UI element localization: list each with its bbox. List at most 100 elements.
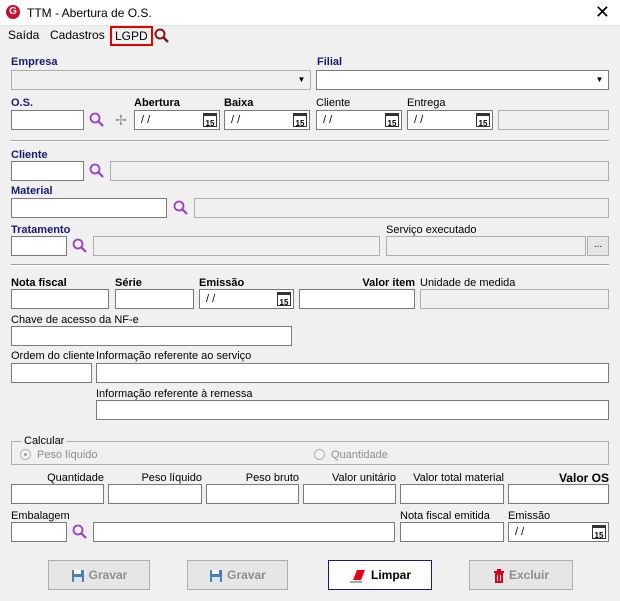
emissao2-label: Emissão [508, 510, 551, 522]
entrega-label: Entrega [407, 97, 446, 109]
valor-os-input[interactable] [508, 484, 609, 504]
search-icon[interactable] [172, 199, 190, 217]
abertura-date[interactable]: / / 15 [134, 110, 220, 130]
info-servico-label: Informação referente ao serviço [96, 350, 252, 362]
peso-liquido-radio[interactable] [20, 449, 31, 460]
chevron-down-icon[interactable]: ▼ [294, 72, 309, 88]
unidade-medida-label: Unidade de medida [420, 277, 516, 289]
quantidade-label: Quantidade [47, 472, 104, 484]
nf-emitida-label: Nota fiscal emitida [400, 510, 490, 522]
embalagem-label: Embalagem [11, 510, 70, 522]
trash-icon [493, 568, 504, 583]
menu-bar: Saída Cadastros LGPD [0, 26, 620, 46]
material-label: Material [11, 185, 53, 197]
chevron-down-icon[interactable]: ▼ [592, 72, 607, 88]
info-remessa-label: Informação referente à remessa [96, 388, 253, 400]
search-icon[interactable] [71, 237, 89, 255]
baixa-date[interactable]: / / 15 [224, 110, 310, 130]
quantidade-radio-label: Quantidade [331, 449, 388, 461]
os-input[interactable] [11, 110, 84, 130]
search-icon[interactable] [71, 523, 89, 541]
valor-item-input[interactable] [299, 289, 415, 309]
tratamento-input[interactable] [11, 236, 67, 256]
info-servico-input[interactable] [96, 363, 609, 383]
servico-browse-button[interactable]: ... [587, 236, 609, 256]
empresa-select[interactable]: ▼ [11, 70, 311, 90]
gravar-label-1: Gravar [88, 568, 128, 582]
embalagem-input[interactable] [11, 522, 67, 542]
date-value: / / [206, 293, 216, 305]
chave-acesso-input[interactable] [11, 326, 292, 346]
menu-saida[interactable]: Saída [8, 28, 39, 42]
serie-label: Série [115, 277, 142, 289]
save-icon [71, 569, 84, 582]
menu-cadastros[interactable]: Cadastros [50, 28, 105, 42]
emissao2-date[interactable]: / / 15 [508, 522, 609, 542]
app-icon: G [6, 5, 20, 19]
embalagem-desc-field[interactable] [93, 522, 395, 542]
calcular-group [11, 441, 609, 465]
serie-input[interactable] [115, 289, 194, 309]
cliente-label: Cliente [11, 149, 48, 161]
emissao-label: Emissão [199, 277, 245, 289]
calendar-icon[interactable]: 15 [385, 113, 399, 128]
tratamento-label: Tratamento [11, 224, 71, 236]
peso-liquido-input[interactable] [108, 484, 202, 504]
peso-liquido-label: Peso líquido [141, 472, 202, 484]
calendar-icon[interactable]: 15 [203, 113, 217, 128]
ordem-cliente-input[interactable] [11, 363, 92, 383]
plus-icon[interactable]: ✢ [115, 112, 127, 129]
date-value: / / [414, 114, 424, 126]
valor-unitario-label: Valor unitário [332, 472, 396, 484]
peso-bruto-label: Peso bruto [245, 472, 299, 484]
date-value: / / [323, 114, 333, 126]
menu-lgpd[interactable]: LGPD [110, 26, 153, 46]
separator [11, 264, 609, 266]
date-value: / / [515, 526, 525, 538]
nota-fiscal-input[interactable] [11, 289, 109, 309]
search-icon[interactable] [153, 27, 171, 45]
calendar-icon[interactable]: 15 [293, 113, 307, 128]
os-label: O.S. [11, 97, 34, 109]
excluir-label: Excluir [508, 568, 550, 582]
limpar-button[interactable]: Limpar [328, 560, 432, 590]
servico-executado-field [386, 236, 586, 256]
calendar-icon[interactable]: 15 [476, 113, 490, 128]
valor-total-material-label: Valor total material [413, 472, 504, 484]
search-icon[interactable] [88, 162, 106, 180]
emissao-date[interactable]: / / 15 [199, 289, 294, 309]
baixa-label: Baixa [224, 97, 254, 109]
gravar-button-2[interactable]: Gravar [187, 560, 288, 590]
date-value: / / [141, 114, 151, 126]
excluir-button[interactable]: Excluir [469, 560, 573, 590]
quantidade-input[interactable] [11, 484, 104, 504]
gravar-button-1[interactable]: Gravar [48, 560, 150, 590]
material-desc-field [194, 198, 609, 218]
info-remessa-input[interactable] [96, 400, 609, 420]
nf-emitida-input[interactable] [400, 522, 504, 542]
calendar-icon[interactable]: 15 [277, 292, 291, 307]
title-bar: G TTM - Abertura de O.S. ✕ [0, 0, 620, 26]
cliente-date[interactable]: / / 15 [316, 110, 402, 130]
filial-select[interactable]: ▼ [316, 70, 609, 90]
cliente-input[interactable] [11, 161, 84, 181]
valor-unitario-input[interactable] [303, 484, 396, 504]
tratamento-desc-field [93, 236, 380, 256]
peso-liquido-radio-label: Peso líquido [37, 449, 98, 461]
peso-bruto-input[interactable] [206, 484, 299, 504]
separator [11, 140, 609, 142]
valor-total-material-input[interactable] [400, 484, 504, 504]
eraser-icon [349, 569, 365, 583]
entrega-date[interactable]: / / 15 [407, 110, 493, 130]
date-value: / / [231, 114, 241, 126]
window-title: TTM - Abertura de O.S. [27, 6, 152, 20]
gravar-label-2: Gravar [227, 568, 266, 582]
close-icon[interactable]: ✕ [595, 2, 610, 22]
quantidade-radio[interactable] [314, 449, 325, 460]
ordem-cliente-label: Ordem do cliente [11, 350, 95, 362]
search-icon[interactable] [88, 111, 106, 129]
material-input[interactable] [11, 198, 167, 218]
calendar-icon[interactable]: 15 [592, 525, 606, 540]
servico-executado-label: Serviço executado [386, 224, 477, 236]
cliente-top-label: Cliente [316, 97, 351, 109]
